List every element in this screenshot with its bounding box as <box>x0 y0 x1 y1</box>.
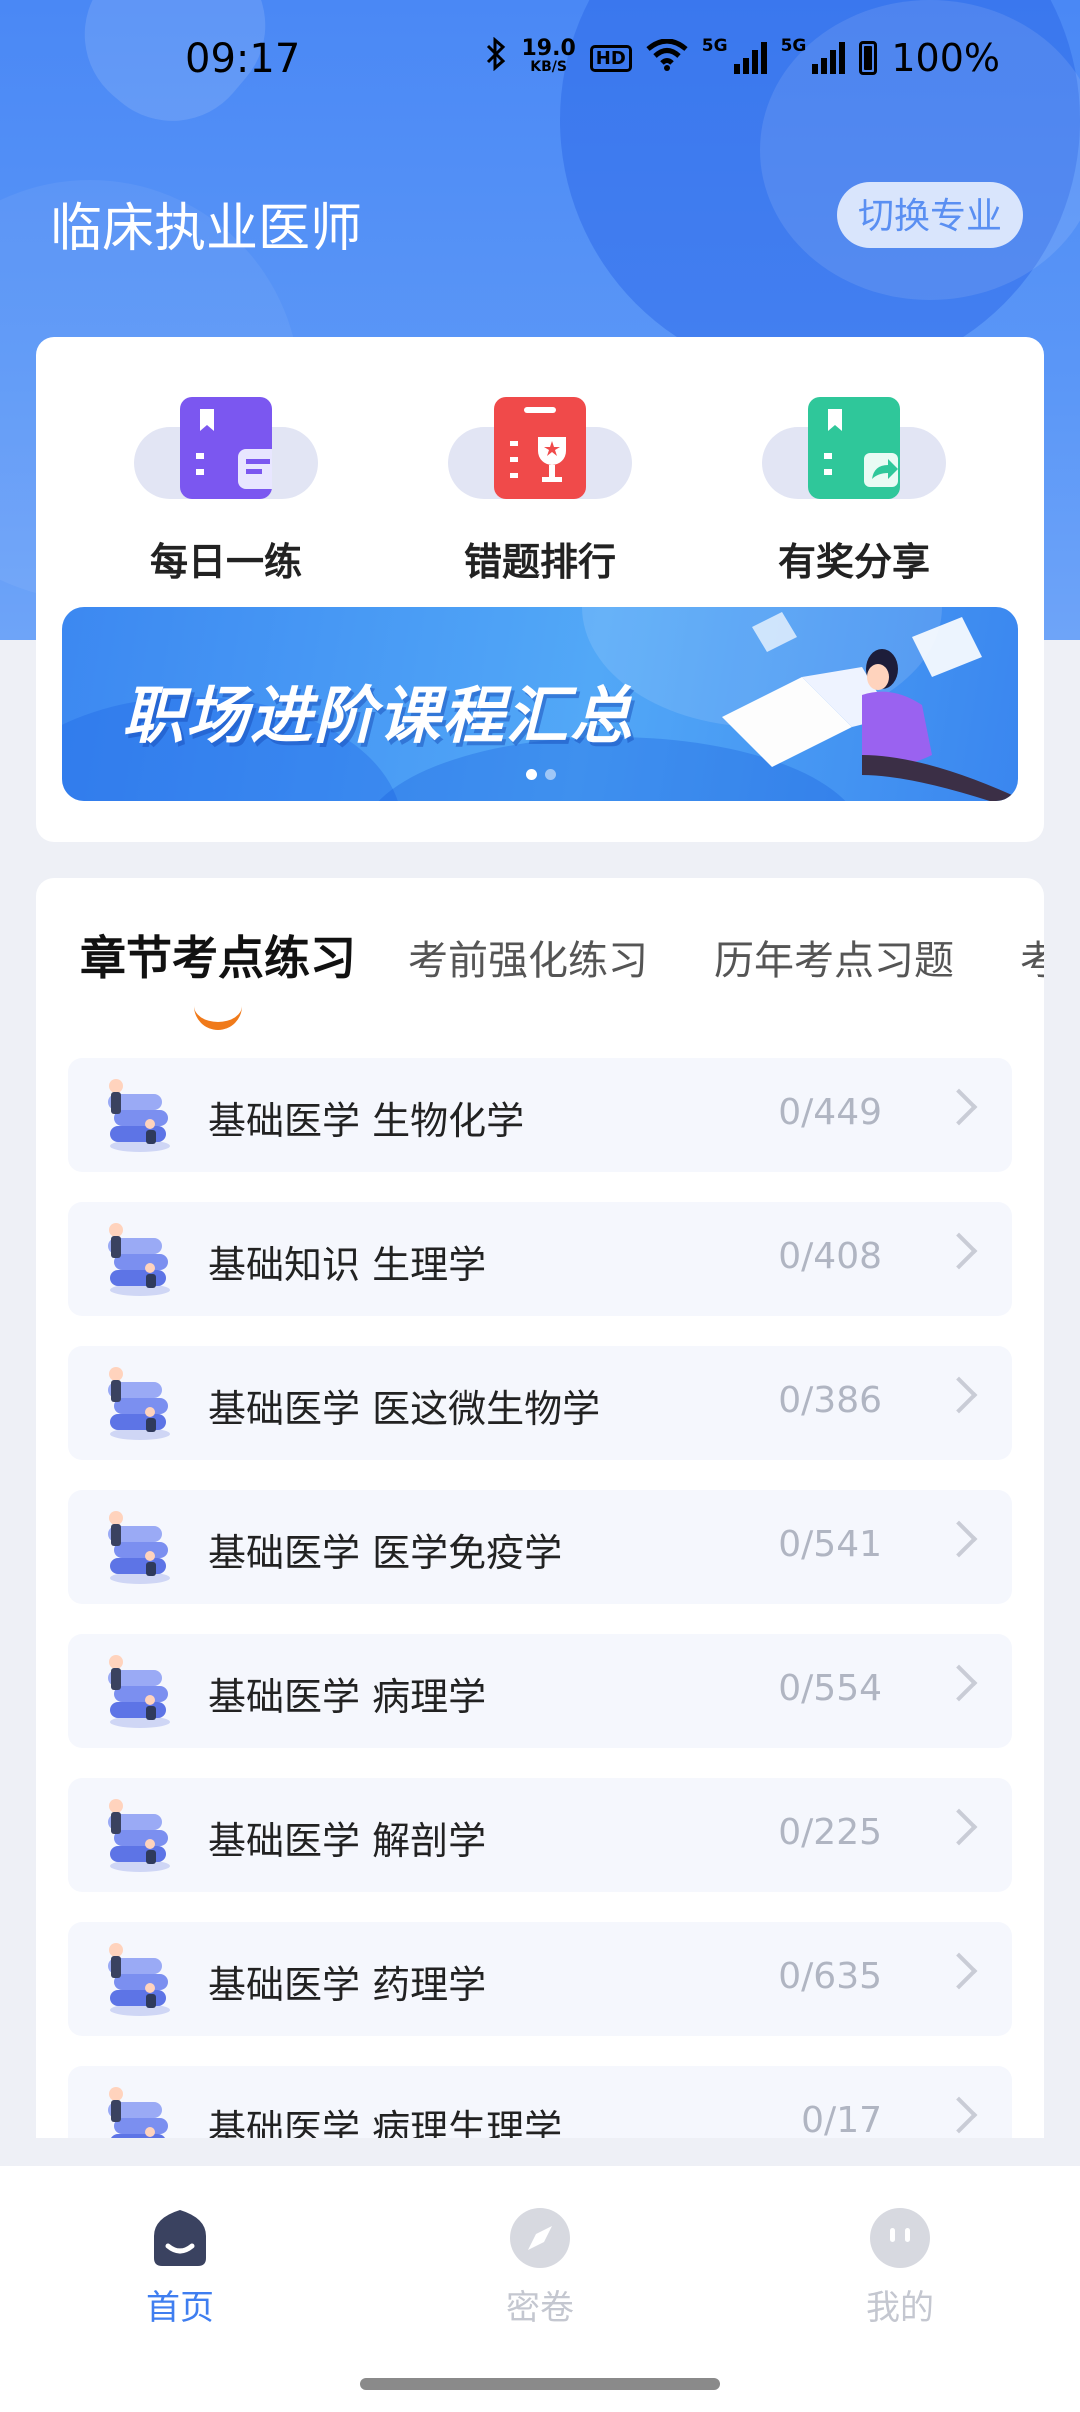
book-stack-icon <box>100 1796 172 1874</box>
daily-practice-label: 每日一练 <box>149 540 302 584</box>
chapter-practice-card: 章节考点练习 考前强化练习 历年考点习题 考 基础医学 生物化学 0/449 基础知… <box>36 878 1044 2138</box>
tab-past-exam-questions[interactable]: 历年考点习题 <box>714 928 954 986</box>
promo-banner[interactable]: 职场进阶课程汇总 <box>62 607 1018 801</box>
chevron-right-icon <box>940 1808 978 1846</box>
practice-tabs: 章节考点练习 考前强化练习 历年考点习题 考 <box>36 928 1044 1018</box>
chapter-progress-count: 0/449 <box>778 1092 882 1133</box>
wrong-question-ranking-button[interactable]: 错题排行 <box>430 397 650 586</box>
chapter-progress-count: 0/554 <box>778 1668 882 1709</box>
banner-dot <box>545 769 556 780</box>
wrong-question-ranking-icon <box>494 397 586 499</box>
chevron-right-icon <box>940 2096 978 2134</box>
status-time: 09:17 <box>185 36 301 82</box>
chapter-title: 基础知识 生理学 <box>208 1243 487 1287</box>
banner-pagination <box>526 769 556 780</box>
nav-profile-label: 我的 <box>866 2288 934 2328</box>
wrong-question-ranking-label: 错题排行 <box>463 540 616 584</box>
tab-pre-exam-practice[interactable]: 考前强化练习 <box>408 928 648 986</box>
chapter-progress-count: 0/541 <box>778 1524 882 1565</box>
chapter-list-item[interactable]: 基础医学 生物化学 0/449 <box>68 1058 1012 1172</box>
network-speed-value: 19.0 <box>521 36 576 61</box>
reward-share-icon <box>808 397 900 499</box>
reading-person-illustration <box>712 607 1018 801</box>
chapter-list-item[interactable]: 基础医学 医这微生物学 0/386 <box>68 1346 1012 1460</box>
home-icon <box>148 2206 212 2270</box>
status-bar: 09:17 19.0 KB/S HD 5G 5G 100% <box>0 0 1080 120</box>
daily-practice-button[interactable]: 每日一练 <box>116 397 336 586</box>
banner-text: 职场进阶课程汇总 <box>122 679 635 752</box>
book-stack-icon <box>100 2084 172 2138</box>
chapter-list-item[interactable]: 基础知识 生理学 0/408 <box>68 1202 1012 1316</box>
switch-major-button[interactable]: 切换专业 <box>837 182 1023 248</box>
banner-dot-active <box>526 769 537 780</box>
active-tab-indicator <box>194 1006 242 1030</box>
tab-chapter-practice[interactable]: 章节考点练习 <box>80 922 356 988</box>
bluetooth-icon <box>485 36 507 80</box>
hd-voice-badge: HD <box>589 44 632 72</box>
chapter-title: 基础医学 解剖学 <box>208 1819 487 1863</box>
chapter-title: 基础医学 药理学 <box>208 1963 487 2007</box>
book-stack-icon <box>100 1508 172 1586</box>
reward-share-label: 有奖分享 <box>777 540 930 584</box>
chapter-progress-count: 0/225 <box>778 1812 882 1853</box>
signal-icon-sim2 <box>812 42 846 74</box>
chapter-progress-count: 0/17 <box>801 2100 882 2138</box>
nav-secret-papers-label: 密卷 <box>506 2288 574 2328</box>
nav-profile[interactable]: 我的 <box>810 2206 990 2329</box>
chapter-title: 基础医学 生物化学 <box>208 1099 525 1143</box>
network-speed: 19.0 KB/S <box>521 36 576 76</box>
battery-level: 100% <box>891 36 1000 80</box>
daily-practice-book-icon <box>180 397 284 499</box>
chapter-list-item[interactable]: 基础医学 病理生理学 0/17 <box>68 2066 1012 2138</box>
chapter-progress-count: 0/386 <box>778 1380 882 1421</box>
chevron-right-icon <box>940 1664 978 1702</box>
compass-icon <box>508 2206 572 2270</box>
reward-share-button[interactable]: 有奖分享 <box>744 397 964 586</box>
book-stack-icon <box>100 1652 172 1730</box>
book-stack-icon <box>100 1364 172 1442</box>
chevron-right-icon <box>940 1088 978 1126</box>
chapter-title: 基础医学 医这微生物学 <box>208 1387 601 1431</box>
home-indicator <box>360 2378 720 2390</box>
signal-icon-sim1 <box>733 42 767 74</box>
chapter-progress-count: 0/408 <box>778 1236 882 1277</box>
chapter-title: 基础医学 病理生理学 <box>208 2107 563 2138</box>
quick-actions-card: 每日一练 错题排行 有奖分享 职场进阶课程汇总 <box>36 337 1044 842</box>
book-stack-icon <box>100 1940 172 2018</box>
battery-icon <box>859 41 878 75</box>
page-title: 临床执业医师 <box>50 199 363 259</box>
nav-home-label: 首页 <box>146 2288 214 2328</box>
wifi-icon <box>646 36 688 80</box>
nav-home[interactable]: 首页 <box>90 2206 270 2329</box>
sim1-network-type: 5G <box>701 36 728 56</box>
chevron-right-icon <box>940 1376 978 1414</box>
profile-face-icon <box>868 2206 932 2270</box>
book-stack-icon <box>100 1220 172 1298</box>
bottom-navigation: 首页 密卷 我的 <box>0 2166 1080 2412</box>
chevron-right-icon <box>940 1232 978 1270</box>
chapter-title: 基础医学 病理学 <box>208 1675 487 1719</box>
tab-overflow[interactable]: 考 <box>1020 928 1044 986</box>
chapter-title: 基础医学 医学免疫学 <box>208 1531 563 1575</box>
chevron-right-icon <box>940 1520 978 1558</box>
nav-secret-papers[interactable]: 密卷 <box>450 2206 630 2329</box>
chapter-list-item[interactable]: 基础医学 病理学 0/554 <box>68 1634 1012 1748</box>
chapter-list-item[interactable]: 基础医学 解剖学 0/225 <box>68 1778 1012 1892</box>
book-stack-icon <box>100 1076 172 1154</box>
sim2-network-type: 5G <box>780 36 807 56</box>
chapter-progress-count: 0/635 <box>778 1956 882 1997</box>
chapter-list-item[interactable]: 基础医学 药理学 0/635 <box>68 1922 1012 2036</box>
chevron-right-icon <box>940 1952 978 1990</box>
chapter-list-item[interactable]: 基础医学 医学免疫学 0/541 <box>68 1490 1012 1604</box>
